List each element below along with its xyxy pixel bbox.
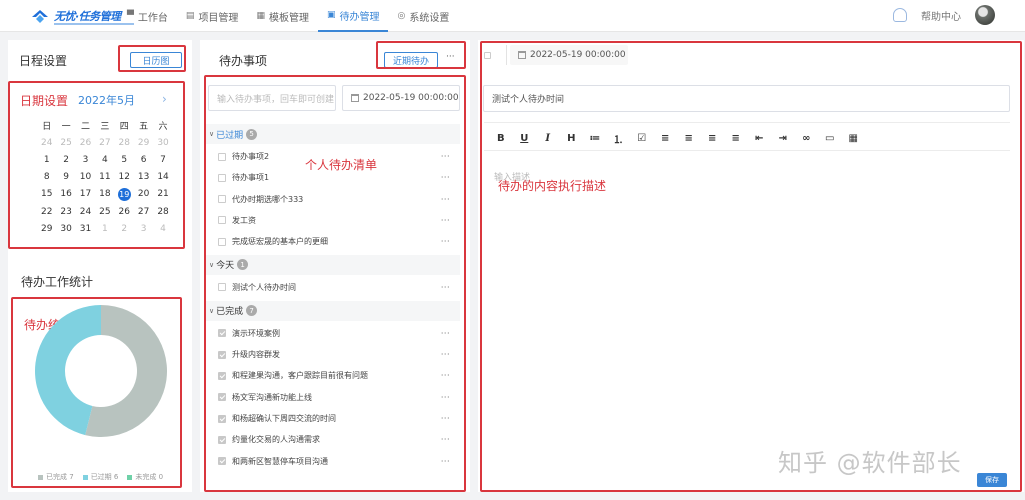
grid-icon: ▦ [256,11,265,21]
main-nav: ▀ 工作台 ▤ 项目管理 ▦ 模板管理 ▣ 待办管理 ◎ 系统设置 [118,0,458,32]
calendar-icon: ▣ [326,10,336,20]
highlight-todo-list [204,75,466,492]
app-logo[interactable]: 无忧·任务管理 [30,6,134,26]
top-navbar: 无忧·任务管理 ▀ 工作台 ▤ 项目管理 ▦ 模板管理 ▣ 待办管理 ◎ 系统设置 帮助中心 [0,0,1025,32]
nav-item-0[interactable]: ▀ 工作台 [118,0,177,32]
nav-item-3[interactable]: ▣ 待办管理 [317,0,389,32]
todo-title: 待办事项 [219,54,268,68]
nav-label: 系统设置 [409,12,450,24]
highlight-calendar-button [118,45,186,72]
monitor-icon: ▀ [127,11,134,21]
avatar[interactable] [975,5,995,25]
nav-item-2[interactable]: ▦ 模板管理 [247,0,318,32]
nav-label: 待办管理 [339,11,380,23]
nav-item-4[interactable]: ◎ 系统设置 [388,0,458,32]
nav-label: 模板管理 [268,12,309,24]
gear-icon: ◎ [397,11,406,21]
help-center-link[interactable]: 帮助中心 [921,8,961,23]
schedule-title: 日程设置 [19,54,68,68]
highlight-calendar [8,81,185,249]
highlight-stats [11,297,182,488]
clipboard-icon: ▤ [185,11,195,21]
highlight-recent-button [376,41,466,69]
bell-icon[interactable] [893,8,907,22]
nav-label: 工作台 [137,12,168,24]
logo-text: 无忧·任务管理 [54,10,121,23]
logo-icon [30,7,50,25]
stats-title: 待办工作统计 [21,275,94,289]
nav-label: 项目管理 [198,12,239,24]
highlight-detail [480,41,1022,492]
nav-item-1[interactable]: ▤ 项目管理 [177,0,248,32]
